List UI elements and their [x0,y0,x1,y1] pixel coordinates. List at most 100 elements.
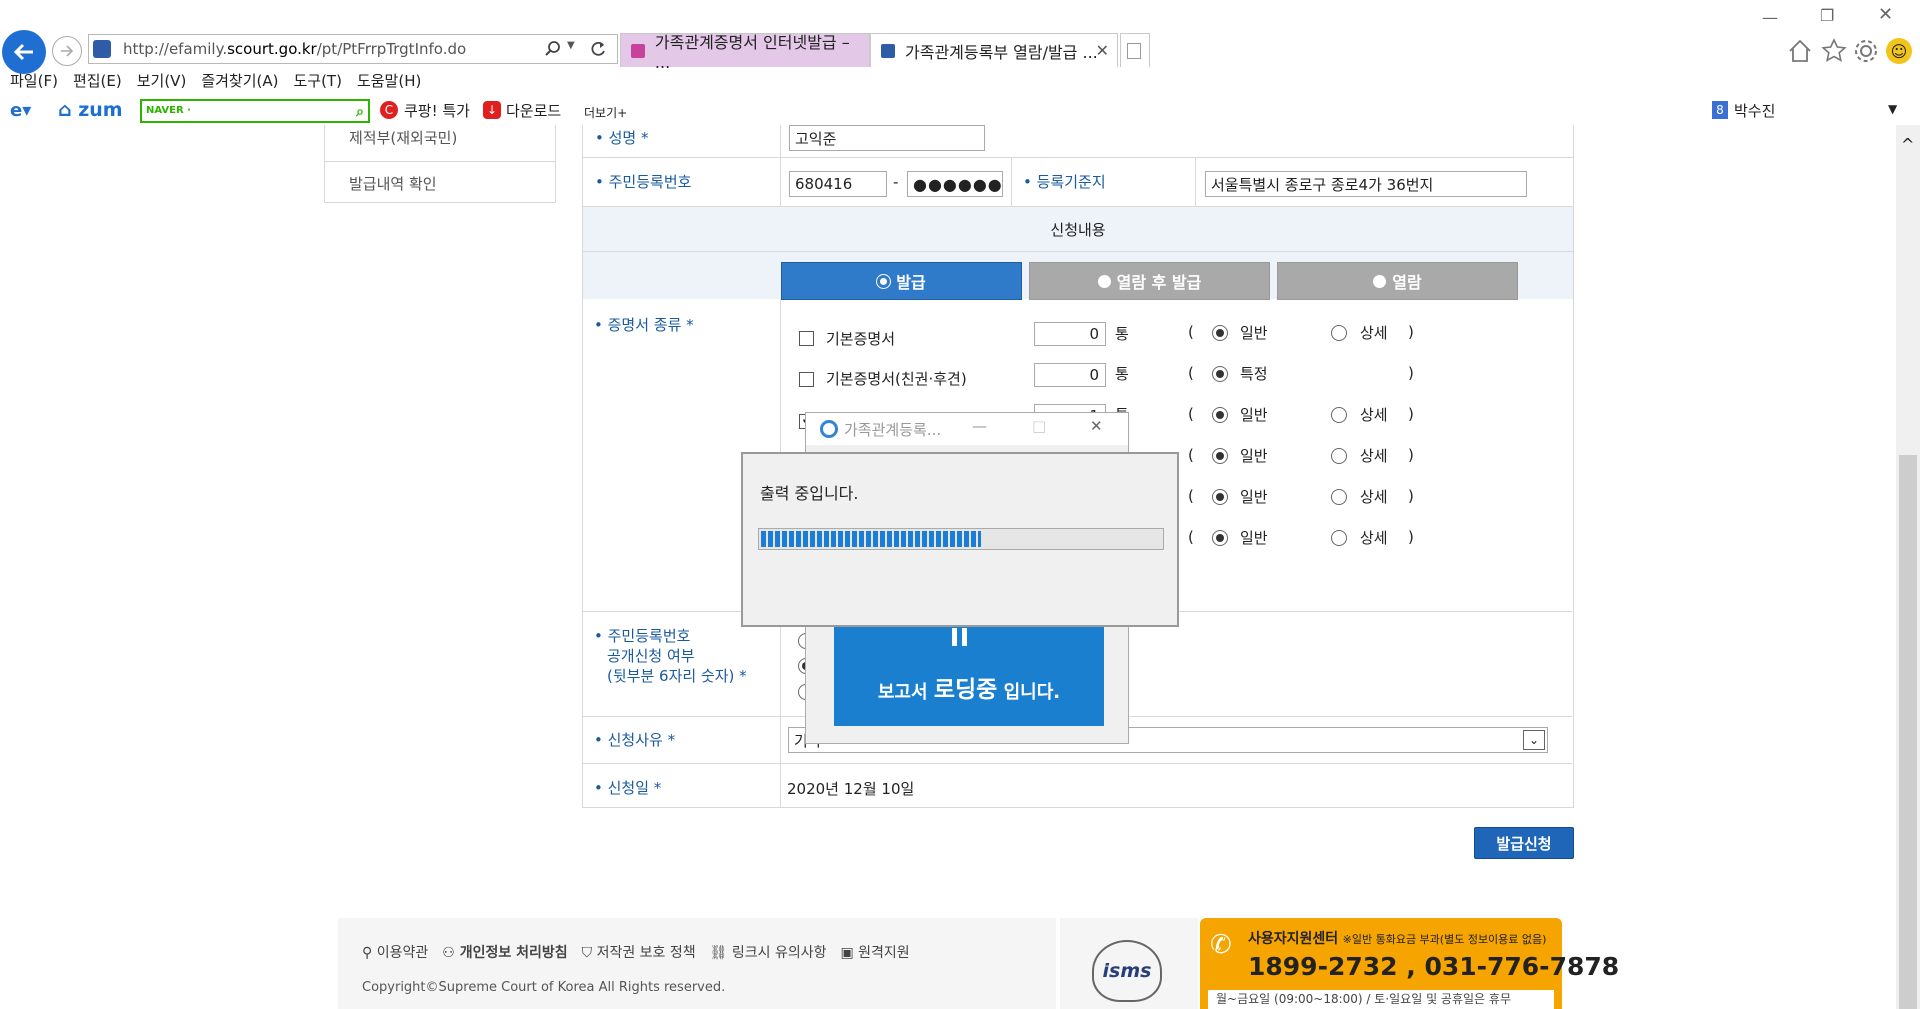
divider [582,763,1572,764]
footer-link-privacy[interactable]: ⚇ 개인정보 처리방침 [442,942,567,962]
tab-certificate[interactable]: 가족관계증명서 인터넷발급 – ... [620,33,870,72]
paren-close: ) [1408,323,1414,341]
tab-favicon-icon [881,43,895,58]
user-badge: 8 [1712,101,1728,119]
restore-icon[interactable]: ❐ [1820,6,1834,25]
option-general-radio[interactable] [1212,530,1228,546]
menu-file[interactable]: 파일(F) [10,70,58,96]
gear-icon[interactable] [1852,37,1880,65]
favorites-star-icon[interactable] [1820,37,1848,65]
submit-button[interactable]: 발급신청 [1474,827,1574,859]
option-detail-radio[interactable] [1331,407,1347,423]
address-bar[interactable]: http://efamily. scourt.go.kr/pt/PtFrrpTrg… [88,34,618,64]
reason-label: • 신청사유 * [594,731,676,749]
isms-area: isms [1060,918,1198,1009]
chevron-down-icon[interactable]: ▼ [1888,102,1897,116]
cert-count-input[interactable]: 0 [1034,322,1106,346]
paren-open: ( [1188,364,1194,382]
zum-logo[interactable]: ⌂ zum [58,99,123,121]
tab-family-register[interactable]: 가족관계등록부 열람/발급 ... ✕ [870,33,1118,67]
rrn-dash: - [893,173,899,191]
option-label: 상세 [1360,324,1388,342]
smiley-icon[interactable]: ☺ [1886,38,1912,64]
forward-button[interactable] [52,36,82,66]
search-icon[interactable] [544,40,562,58]
chevron-down-icon[interactable]: ⌄ [1523,730,1545,750]
menu-favorites[interactable]: 즐겨찾기(A) [201,70,278,96]
option-detail-radio[interactable] [1331,448,1347,464]
cert-checkbox[interactable] [799,372,814,387]
rrn-front-input[interactable]: 680416 [789,171,887,197]
menu-tools[interactable]: 도구(T) [293,70,341,96]
search-icon[interactable]: ⌕ [356,102,364,122]
phone-icon: ✆ [1210,930,1232,960]
footer-link-copyright[interactable]: ⛉ 저작권 보호 정책 [582,942,696,962]
minimize-icon[interactable]: — [1762,8,1778,27]
support-hours: 월~금요일 (09:00~18:00) / 토·일요일 및 공휴일은 휴무 [1208,990,1554,1009]
menu-view[interactable]: 보기(V) [137,70,187,96]
tab-close-icon[interactable]: ✕ [1096,41,1109,60]
section-title: 신청내용 [1050,220,1106,239]
more-link[interactable]: 더보기+ [584,104,627,121]
option-general-radio[interactable] [1212,489,1228,505]
option-label: 일반 [1240,447,1268,465]
option-general-radio[interactable] [1212,407,1228,423]
back-button[interactable] [2,30,46,74]
tab-issue[interactable]: 발급 [781,262,1022,300]
option-general-radio[interactable] [1212,448,1228,464]
refresh-icon[interactable] [589,40,607,58]
menu-help[interactable]: 도움말(H) [357,70,421,96]
scrollbar-thumb[interactable] [1899,455,1917,1009]
close-icon[interactable]: ✕ [1090,417,1103,435]
option-specific-radio[interactable] [1212,366,1228,382]
favorites-bar: e▾ ⌂ zum NAVER · ⌕ C 쿠팡! 특가 ↓ 다운로드 더보기+ … [0,97,1920,125]
paren-open: ( [1188,528,1194,546]
option-detail-radio[interactable] [1331,325,1347,341]
sidebar-item-history[interactable]: 발급내역 확인 [349,173,437,194]
scroll-up-icon[interactable]: ^ [1901,135,1914,154]
rrn-label: • 주민등록번호 [595,173,692,191]
coupang-icon: C [380,101,398,119]
naver-search-input[interactable]: NAVER · ⌕ [140,99,370,123]
tab-view-then-issue[interactable]: 열람 후 발급 [1029,262,1270,300]
menu-edit[interactable]: 편집(E) [73,70,122,96]
option-general-radio[interactable] [1212,325,1228,341]
option-detail-radio[interactable] [1331,530,1347,546]
isms-logo: isms [1092,940,1162,1002]
paren-close: ) [1408,446,1414,464]
tab-view[interactable]: 열람 [1277,262,1518,300]
copyright-text: Copyright©Supreme Court of Korea All Rig… [362,980,726,995]
download-link[interactable]: 다운로드 [506,100,561,121]
popup-title: 가족관계등록... [844,420,942,439]
ie-logo-icon[interactable]: e▾ [10,100,31,121]
option-label: 일반 [1240,529,1268,547]
rrn-public-label: • 주민등록번호 공개신청 여부 (뒷부분 6자리 숫자) * [594,627,747,685]
cert-checkbox[interactable] [799,331,814,346]
progress-bar [758,528,1164,550]
name-input[interactable]: 고익준 [789,125,985,151]
cert-count-input[interactable]: 0 [1034,363,1106,387]
sidebar-item-overseas[interactable]: 제적부(재외국민) [349,127,457,148]
tab-label: 가족관계등록부 열람/발급 ... [905,42,1098,62]
option-label: 일반 [1240,406,1268,424]
rrn-back-input[interactable]: ●●●●●● [907,171,1003,197]
minimize-icon[interactable]: — [972,417,987,435]
new-tab-icon [1127,42,1141,59]
coupang-link[interactable]: 쿠팡! 특가 [404,100,470,121]
close-window-icon[interactable]: ✕ [1878,4,1893,25]
option-label: 상세 [1360,529,1388,547]
footer-link-caution[interactable]: ⛓ 링크시 유의사항 [710,942,827,962]
base-address-input[interactable]: 서울특별시 종로구 종로4가 36번지 [1205,171,1527,197]
new-tab-button[interactable] [1120,33,1150,67]
scrollbar[interactable]: ^ [1896,125,1920,1009]
cert-type-label: • 증명서 종류 * [594,316,694,334]
maximize-icon: □ [1032,417,1047,435]
option-detail-radio[interactable] [1331,489,1347,505]
dropdown-icon[interactable]: ▼ [567,40,575,51]
home-icon[interactable] [1786,37,1814,65]
footer-link-remote[interactable]: ▣ 원격지원 [840,942,909,962]
user-name[interactable]: 박수진 [1734,100,1775,121]
footer-link-terms[interactable]: ⚲ 이용약관 [362,942,428,962]
loading-bar-icon [962,628,967,646]
cert-name: 기본증명서(친권·후견) [826,370,967,388]
